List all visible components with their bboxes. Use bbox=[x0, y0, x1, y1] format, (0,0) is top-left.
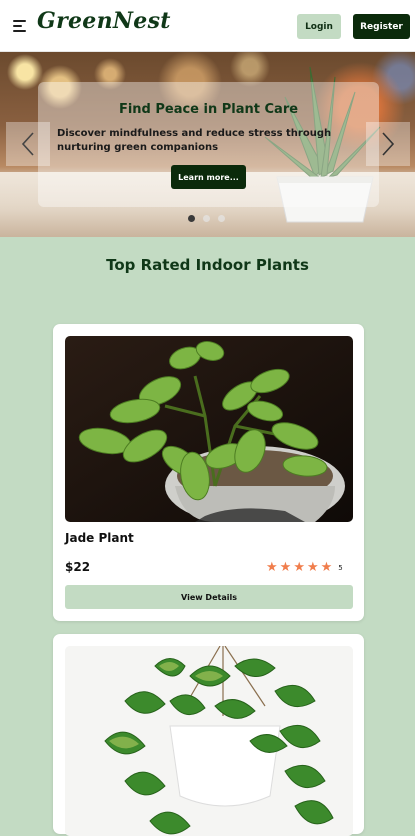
pothos-plant-image[interactable] bbox=[65, 646, 353, 836]
hero-description: Discover mindfulness and reduce stress t… bbox=[57, 128, 332, 153]
hero-title: Find Peace in Plant Care bbox=[118, 102, 299, 117]
star-icon: ★ bbox=[266, 560, 278, 575]
brand-logo[interactable]: GreenNest bbox=[37, 8, 171, 34]
register-button[interactable]: Register bbox=[353, 14, 410, 39]
product-card bbox=[53, 634, 364, 836]
jade-plant-image[interactable] bbox=[65, 336, 353, 522]
login-button[interactable]: Login bbox=[297, 14, 341, 39]
product-card: Jade Plant $22 ★ ★ ★ ★ ★ 5 View Details bbox=[53, 324, 364, 621]
carousel-dot-3[interactable] bbox=[218, 215, 225, 222]
chevron-left-icon bbox=[21, 132, 34, 156]
star-icon: ★ bbox=[320, 560, 333, 575]
carousel-dot-1[interactable] bbox=[188, 215, 195, 222]
learn-more-button[interactable]: Learn more... bbox=[171, 165, 246, 189]
star-icon: ★ bbox=[306, 560, 319, 575]
star-icon: ★ bbox=[293, 560, 305, 575]
section-title: Top Rated Indoor Plants bbox=[106, 256, 309, 274]
carousel-next-button[interactable] bbox=[366, 122, 410, 166]
star-icon: ★ bbox=[279, 560, 292, 575]
rating-count: 5 bbox=[338, 563, 343, 572]
hero-card: Find Peace in Plant Care Discover mindfu… bbox=[38, 82, 379, 207]
hero-carousel: Find Peace in Plant Care Discover mindfu… bbox=[0, 52, 415, 237]
navbar: GreenNest Login Register bbox=[0, 0, 415, 52]
chevron-right-icon bbox=[382, 132, 395, 156]
carousel-dot-2[interactable] bbox=[203, 215, 210, 222]
plant-name: Jade Plant bbox=[65, 531, 134, 545]
view-details-button[interactable]: View Details bbox=[65, 585, 353, 609]
plant-price: $22 bbox=[65, 560, 91, 574]
carousel-dots bbox=[188, 215, 225, 223]
rating-stars: ★ ★ ★ ★ ★ 5 bbox=[266, 561, 343, 574]
carousel-prev-button[interactable] bbox=[6, 122, 50, 166]
menu-icon[interactable] bbox=[13, 20, 26, 32]
